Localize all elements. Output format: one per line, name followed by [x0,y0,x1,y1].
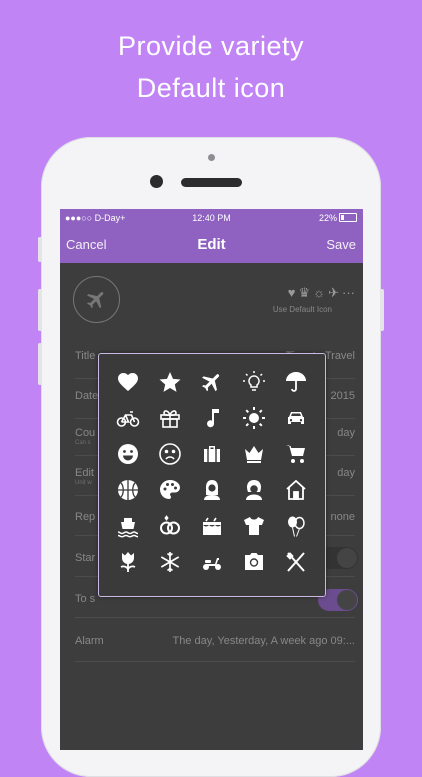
title-label: Title [75,350,96,362]
utensils-icon[interactable] [275,544,317,580]
save-button[interactable]: Save [326,237,356,252]
ship-icon[interactable] [107,508,149,544]
count-value: day [337,427,355,439]
suitcase-icon[interactable] [191,436,233,472]
edit-unit-label: Edit [75,467,94,479]
battery-status: 22% [319,213,357,223]
alarm-value: The day, Yesterday, A week ago 09:... [172,635,355,647]
date-value: 2015 [330,390,355,402]
date-label: Date [75,390,99,402]
bicycle-icon[interactable] [107,400,149,436]
airplane-icon [87,291,104,309]
airplane-icon: ✈ [328,285,339,300]
repeat-value: none [330,511,355,523]
cake-icon[interactable] [191,508,233,544]
house-icon[interactable] [275,472,317,508]
mute-switch [38,237,42,262]
to-show-label: To s [75,593,96,605]
toggle-knob [337,548,357,568]
umbrella-icon[interactable] [275,364,317,400]
nav-bar: Cancel Edit Save [60,228,363,263]
sun-icon[interactable] [233,400,275,436]
status-bar: ●●●○○ D-Day+ 12:40 PM 22% [60,209,363,228]
icon-grid [107,364,317,580]
crown-icon[interactable] [233,436,275,472]
alarm-row[interactable]: Alarm The day, Yesterday, A week ago 09:… [75,635,355,662]
smile-icon[interactable] [107,436,149,472]
airplane-icon[interactable] [191,364,233,400]
volume-down-button [38,343,42,385]
use-default-icon-label[interactable]: Use Default Icon [273,305,332,314]
front-camera [150,175,163,188]
cart-icon[interactable] [275,436,317,472]
power-button [380,289,384,331]
gift-icon[interactable] [149,400,191,436]
toggle-knob [337,590,357,610]
proximity-sensor [208,154,215,161]
rings-icon[interactable] [149,508,191,544]
icon-picker-popup [98,353,326,597]
shirt-icon[interactable] [233,508,275,544]
edit-unit-value: day [337,467,355,479]
more-icon: ··· [342,285,355,300]
battery-icon [339,213,357,222]
snowflake-icon[interactable] [149,544,191,580]
battery-percent: 22% [318,213,337,223]
girl-2-icon[interactable] [233,472,275,508]
balloons-icon[interactable] [275,508,317,544]
lightbulb-icon[interactable] [233,364,275,400]
headline-line-1: Provide variety [117,31,305,61]
frown-icon[interactable] [149,436,191,472]
lightbulb-icon: ☼ [313,285,326,300]
nav-title: Edit [197,236,226,253]
tulip-icon[interactable] [107,544,149,580]
alarm-label: Alarm [75,635,104,647]
camera-icon[interactable] [233,544,275,580]
count-label: Cou [75,427,96,439]
heart-icon: ♥ [287,285,296,300]
crown-icon: ♛ [298,285,311,300]
default-icon-preview[interactable]: ♥ ♛ ☼ ✈ ··· [285,285,355,301]
headline-line-2: Default icon [136,73,286,103]
selected-icon-button[interactable] [73,276,120,323]
volume-up-button [38,289,42,331]
car-icon[interactable] [275,400,317,436]
start-label: Star [75,552,96,564]
scooter-icon[interactable] [191,544,233,580]
girl-icon[interactable] [191,472,233,508]
palette-icon[interactable] [149,472,191,508]
repeat-label: Rep [75,511,96,523]
heart-icon[interactable] [107,364,149,400]
earpiece-speaker [181,178,242,187]
star-icon[interactable] [149,364,191,400]
status-time: 12:40 PM [192,213,231,223]
music-note-icon[interactable] [191,400,233,436]
basketball-icon[interactable] [107,472,149,508]
